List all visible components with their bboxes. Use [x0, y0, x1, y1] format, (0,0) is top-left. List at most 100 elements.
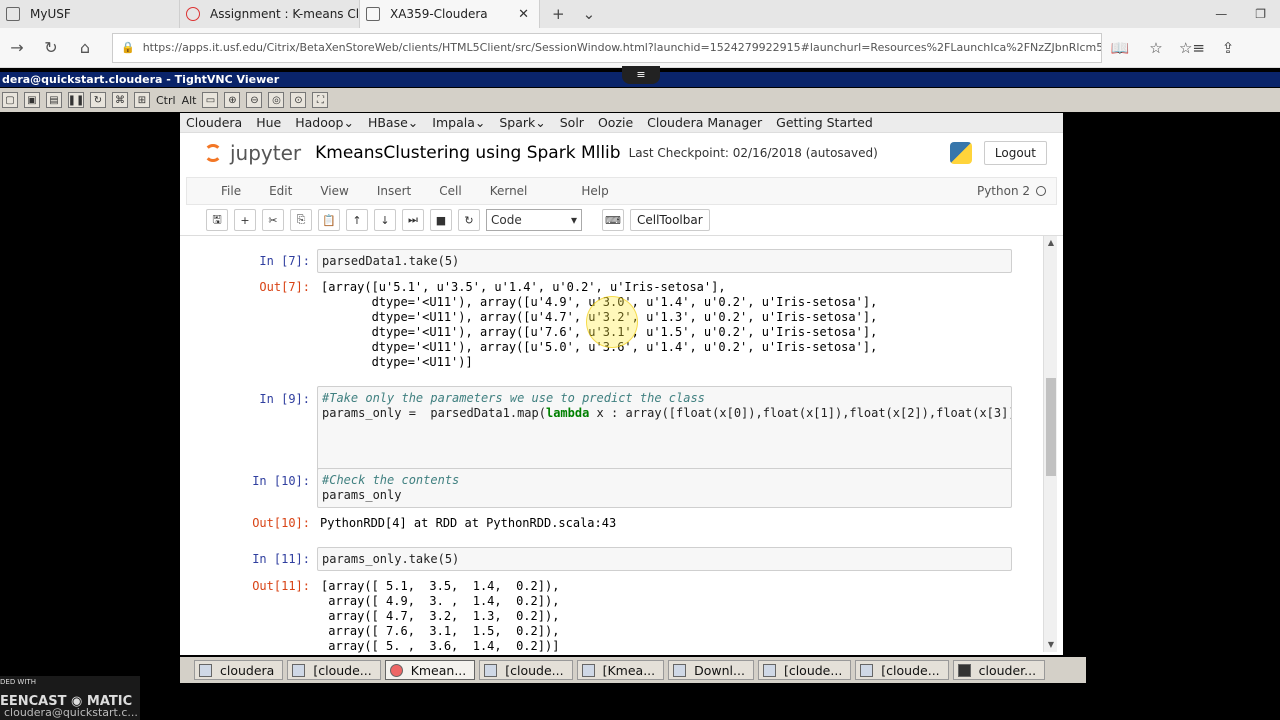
scroll-up-icon[interactable]: ▲	[1044, 236, 1058, 250]
paste-icon[interactable]: 📋	[318, 209, 340, 231]
bookmark-hadoop[interactable]: Hadoop⌄	[295, 115, 354, 130]
menu-file[interactable]: File	[221, 184, 241, 198]
bookmark-impala[interactable]: Impala⌄	[432, 115, 485, 130]
bookmark-hbase[interactable]: HBase⌄	[368, 115, 418, 130]
back-icon[interactable]: →	[0, 38, 34, 57]
out-prompt: Out[10]:	[252, 516, 310, 530]
new-connection-icon[interactable]: ▢	[2, 92, 18, 108]
taskbar-item[interactable]: Kmean...	[384, 660, 476, 680]
code-input[interactable]: parsedData1.take(5)	[317, 249, 1012, 273]
move-up-icon[interactable]: ↑	[346, 209, 368, 231]
bookmark-getting-started[interactable]: Getting Started	[776, 115, 873, 130]
cursor-highlight	[586, 296, 638, 348]
close-icon[interactable]: ✕	[518, 7, 529, 22]
share-icon[interactable]: ⇪	[1210, 39, 1246, 57]
taskbar-item[interactable]: Downl...	[668, 660, 754, 680]
url-field[interactable]: 🔒 https://apps.it.usf.edu/Citrix/BetaXenS…	[112, 32, 1102, 63]
terminal-icon	[860, 663, 874, 677]
alt-button[interactable]: Alt	[182, 94, 197, 107]
restore-icon[interactable]: ❐	[1255, 7, 1266, 21]
remote-desktop: Cloudera Hue Hadoop⌄ HBase⌄ Impala⌄ Spar…	[180, 113, 1063, 655]
bookmark-solr[interactable]: Solr	[560, 115, 584, 130]
taskbar-item[interactable]: clouder...	[952, 660, 1046, 680]
notebook-title[interactable]: KmeansClustering using Spark Mllib	[315, 143, 620, 163]
favorites-hub-icon[interactable]: ☆≡	[1174, 39, 1210, 57]
save-icon[interactable]: 🖫	[206, 209, 228, 231]
page-icon	[366, 7, 380, 21]
ctrl-button[interactable]: Ctrl	[156, 94, 176, 107]
taskbar-item[interactable]: [cloude...	[757, 660, 852, 680]
restart-icon[interactable]: ↻	[458, 209, 480, 231]
cell-output: PythonRDD[4] at RDD at PythonRDD.scala:4…	[320, 516, 617, 530]
loading-icon	[186, 7, 200, 21]
reading-view-icon[interactable]: 📖	[1102, 39, 1138, 57]
bookmark-spark[interactable]: Spark⌄	[499, 115, 545, 130]
taskbar-item[interactable]: [Kmea...	[576, 660, 665, 680]
start-icon[interactable]: ⊞	[134, 92, 150, 108]
folder-icon	[199, 663, 212, 677]
lock-icon: 🔒	[121, 41, 135, 54]
python-logo-icon	[949, 142, 972, 164]
menu-cell[interactable]: Cell	[439, 184, 461, 198]
move-down-icon[interactable]: ↓	[374, 209, 396, 231]
new-tab-icon[interactable]: +	[552, 5, 565, 23]
browser-tab-myusf[interactable]: MyUSF	[0, 0, 180, 28]
bookmark-oozie[interactable]: Oozie	[598, 115, 633, 130]
zoom-fit-icon[interactable]: ⊙	[290, 92, 307, 108]
scrollbar-thumb[interactable]	[1046, 378, 1056, 476]
jupyter-header: jupyter KmeansClustering using Spark Mll…	[180, 133, 1063, 173]
favorite-star-icon[interactable]: ☆	[1138, 39, 1174, 57]
screencast-watermark: DED WITH EENCAST ◉ MATIC cloudera@quicks…	[0, 676, 140, 720]
bookmark-cloudera[interactable]: Cloudera	[186, 115, 242, 130]
logout-button[interactable]: Logout	[983, 141, 1047, 165]
browser-tab-assignment[interactable]: Assignment : K-means Clust	[180, 0, 360, 28]
zoom-100-icon[interactable]: ◎	[268, 92, 285, 108]
cut-icon[interactable]: ✂	[262, 209, 284, 231]
jupyter-logo[interactable]: jupyter	[204, 141, 301, 165]
add-cell-icon[interactable]: +	[234, 209, 256, 231]
clipboard-icon[interactable]: ▭	[202, 92, 219, 108]
chevron-down-icon[interactable]: ⌄	[583, 5, 596, 23]
code-input[interactable]: params_only.take(5)	[317, 547, 1012, 571]
vertical-scrollbar[interactable]: ▲ ▼	[1043, 236, 1057, 652]
pause-icon[interactable]: ❚❚	[68, 92, 84, 108]
home-icon[interactable]: ⌂	[68, 38, 102, 57]
bookmark-hue[interactable]: Hue	[256, 115, 281, 130]
taskbar-item[interactable]: [cloude...	[855, 660, 949, 680]
folder-icon	[673, 663, 687, 677]
keyboard-icon[interactable]: ⌨	[602, 209, 624, 231]
fullscreen-icon[interactable]: ⛶	[312, 92, 329, 108]
refresh-icon[interactable]: ↻	[34, 38, 68, 57]
options-icon[interactable]: ▤	[46, 92, 62, 108]
browser-tab-cloudera[interactable]: XA359-Cloudera ✕	[360, 0, 540, 28]
minimize-icon[interactable]: —	[1215, 7, 1227, 21]
kernel-idle-icon	[1036, 186, 1046, 196]
out-prompt: Out[11]:	[252, 579, 310, 593]
run-icon[interactable]: ⏭	[402, 209, 424, 231]
tab-label: Assignment : K-means Clust	[210, 7, 360, 21]
save-icon[interactable]: ▣	[24, 92, 40, 108]
copy-icon[interactable]: ⎘	[290, 209, 312, 231]
ctrl-alt-del-icon[interactable]: ⌘	[112, 92, 128, 108]
zoom-out-icon[interactable]: ⊖	[246, 92, 263, 108]
in-prompt: In [9]:	[259, 392, 310, 406]
menu-icon[interactable]: ≡	[622, 66, 660, 84]
jupyter-logo-icon	[204, 144, 222, 162]
taskbar-item[interactable]: [cloude...	[287, 660, 381, 680]
zoom-in-icon[interactable]: ⊕	[224, 92, 241, 108]
kernel-indicator: Python 2	[977, 184, 1046, 198]
menu-insert[interactable]: Insert	[377, 184, 411, 198]
menu-view[interactable]: View	[320, 184, 348, 198]
cell-type-select[interactable]: Code ▾	[486, 209, 582, 231]
menu-help[interactable]: Help	[581, 184, 608, 198]
code-input[interactable]: #Check the contents params_only	[317, 468, 1012, 508]
celltoolbar-button[interactable]: CellToolbar	[630, 209, 710, 231]
bookmark-cloudera-manager[interactable]: Cloudera Manager	[647, 115, 762, 130]
menu-edit[interactable]: Edit	[269, 184, 292, 198]
taskbar-item[interactable]: cloudera	[194, 660, 284, 680]
taskbar-item[interactable]: [cloude...	[479, 660, 573, 680]
menu-kernel[interactable]: Kernel	[490, 184, 528, 198]
scroll-down-icon[interactable]: ▼	[1044, 638, 1058, 652]
refresh-icon[interactable]: ↻	[90, 92, 106, 108]
stop-icon[interactable]: ■	[430, 209, 452, 231]
